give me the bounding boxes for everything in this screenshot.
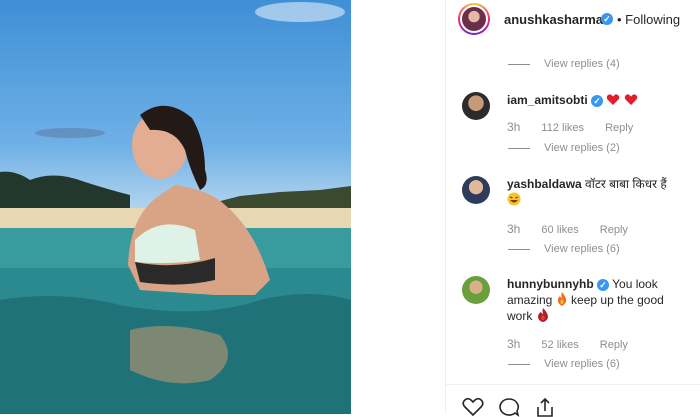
following-status[interactable]: • Following (617, 12, 680, 27)
view-replies-link[interactable]: View replies (6) (508, 358, 620, 370)
view-replies-link[interactable]: View replies (2) (508, 142, 620, 154)
comment-time: 3h (507, 337, 521, 351)
comment-text: yashbaldawa वॉटर बाबा किधर हैं (507, 176, 687, 208)
comment-username[interactable]: hunnybunnyhb (507, 277, 594, 291)
comment-username[interactable]: iam_amitsobti (507, 93, 588, 107)
comment-time: 3h (507, 222, 521, 236)
post-header: anushkasharma ✓ • Following (446, 0, 700, 40)
commenter-avatar[interactable] (462, 92, 490, 120)
comment-text: hunnybunnyhb ✓ You look amazing keep up … (507, 276, 687, 324)
profile-avatar[interactable] (458, 3, 490, 35)
reply-button[interactable]: Reply (605, 122, 633, 134)
verified-badge-icon: ✓ (591, 94, 604, 107)
fire-emoji-icon (557, 292, 566, 306)
comment-likes[interactable]: 60 likes (541, 224, 578, 236)
heart-emoji-icon (607, 94, 620, 105)
comment-body: वॉटर बाबा किधर हैं (585, 177, 667, 191)
comment-text: iam_amitsobti ✓ (507, 92, 687, 108)
divider-dash (508, 147, 530, 149)
view-replies-link[interactable]: View replies (6) (508, 243, 620, 255)
laughing-face-emoji-icon (507, 192, 521, 206)
comment-meta: 3h 112 likes Reply (507, 120, 651, 134)
reply-button[interactable]: Reply (600, 224, 628, 236)
comment-username[interactable]: yashbaldawa (507, 177, 582, 191)
comment-meta: 3h 52 likes Reply (507, 337, 646, 351)
comment-meta: 3h 60 likes Reply (507, 222, 646, 236)
divider-dash (508, 63, 530, 65)
post-actions-bar (446, 384, 700, 417)
divider-dash (508, 248, 530, 250)
commenter-avatar[interactable] (462, 276, 490, 304)
post-photo[interactable] (0, 0, 351, 414)
comment-icon[interactable] (498, 397, 520, 417)
profile-username[interactable]: anushkasharma (504, 12, 603, 27)
heart-outline-icon[interactable] (462, 397, 484, 417)
comment-likes[interactable]: 112 likes (541, 122, 584, 134)
beach-photo-illustration (0, 2, 351, 414)
verified-badge-icon: ✓ (601, 13, 613, 25)
view-replies-link[interactable]: View replies (4) (508, 58, 620, 70)
fire-emoji-icon (537, 308, 548, 322)
reply-button[interactable]: Reply (600, 339, 628, 351)
comment-likes[interactable]: 52 likes (541, 339, 578, 351)
verified-badge-icon: ✓ (597, 278, 609, 291)
heart-emoji-icon (624, 94, 637, 105)
commenter-avatar[interactable] (462, 176, 490, 204)
comment-time: 3h (507, 120, 521, 134)
share-icon[interactable] (534, 397, 556, 417)
comments-panel: anushkasharma ✓ • Following View replies… (445, 0, 700, 417)
spacer (351, 0, 445, 414)
divider-dash (508, 363, 530, 365)
